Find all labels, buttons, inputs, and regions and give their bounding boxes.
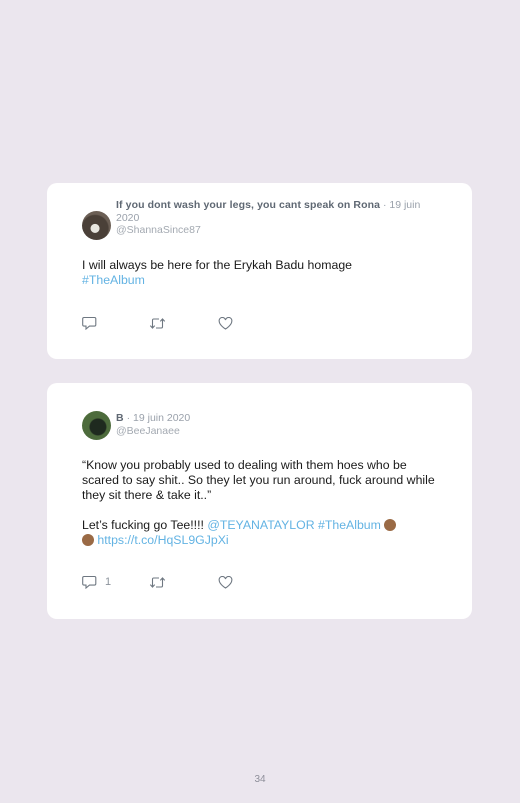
like-button[interactable] bbox=[218, 315, 233, 331]
like-button[interactable] bbox=[218, 574, 233, 590]
reply-count: 1 bbox=[105, 576, 112, 588]
page-number: 34 bbox=[254, 774, 266, 785]
tweet-text-line: I will always be here for the Erykah Bad… bbox=[82, 258, 352, 272]
tweet-text: “Know you probably used to dealing with … bbox=[82, 458, 438, 548]
author-name[interactable]: B bbox=[116, 412, 124, 424]
url-link[interactable]: https://t.co/HqSL9GJpXi bbox=[97, 533, 228, 547]
clapping-hands-emoji-icon bbox=[384, 519, 397, 531]
tweet-header: If you dont wash your legs, you cant spe… bbox=[116, 199, 432, 237]
reply-icon bbox=[82, 575, 97, 589]
clapping-hands-emoji-icon bbox=[82, 534, 94, 546]
hashtag-link[interactable]: #TheAlbum bbox=[318, 518, 381, 532]
retweet-icon bbox=[149, 576, 166, 589]
like-icon bbox=[218, 575, 233, 589]
reply-icon bbox=[82, 316, 97, 330]
author-name[interactable]: If you dont wash your legs, you cant spe… bbox=[116, 199, 380, 211]
tweet-date[interactable]: · 19 juin 2020 bbox=[127, 412, 191, 424]
retweet-icon bbox=[149, 317, 166, 330]
mention-link[interactable]: @TEYANATAYLOR bbox=[207, 518, 314, 532]
tweet-card: B · 19 juin 2020 @BeeJanaee “Know you pr… bbox=[47, 383, 472, 619]
avatar[interactable] bbox=[82, 411, 111, 440]
tweet-header: B · 19 juin 2020 @BeeJanaee bbox=[116, 412, 432, 437]
like-icon bbox=[218, 316, 233, 330]
retweet-button[interactable] bbox=[149, 315, 166, 331]
tweet-actions bbox=[82, 315, 282, 331]
hashtag-link[interactable]: #TheAlbum bbox=[82, 273, 145, 287]
tweet-card: If you dont wash your legs, you cant spe… bbox=[47, 183, 472, 359]
tweet-actions: 1 bbox=[82, 574, 282, 590]
tweet-text: I will always be here for the Erykah Bad… bbox=[82, 258, 438, 288]
avatar[interactable] bbox=[82, 211, 111, 240]
reply-button[interactable]: 1 bbox=[82, 574, 111, 590]
author-handle[interactable]: @ShannaSince87 bbox=[116, 224, 432, 237]
author-handle[interactable]: @BeeJanaee bbox=[116, 425, 432, 438]
tweet-quote: “Know you probably used to dealing with … bbox=[82, 458, 439, 502]
retweet-button[interactable] bbox=[149, 574, 166, 590]
reply-button[interactable] bbox=[82, 315, 105, 331]
tweet-text-prefix: Let’s fucking go Tee!!!! bbox=[82, 518, 208, 532]
